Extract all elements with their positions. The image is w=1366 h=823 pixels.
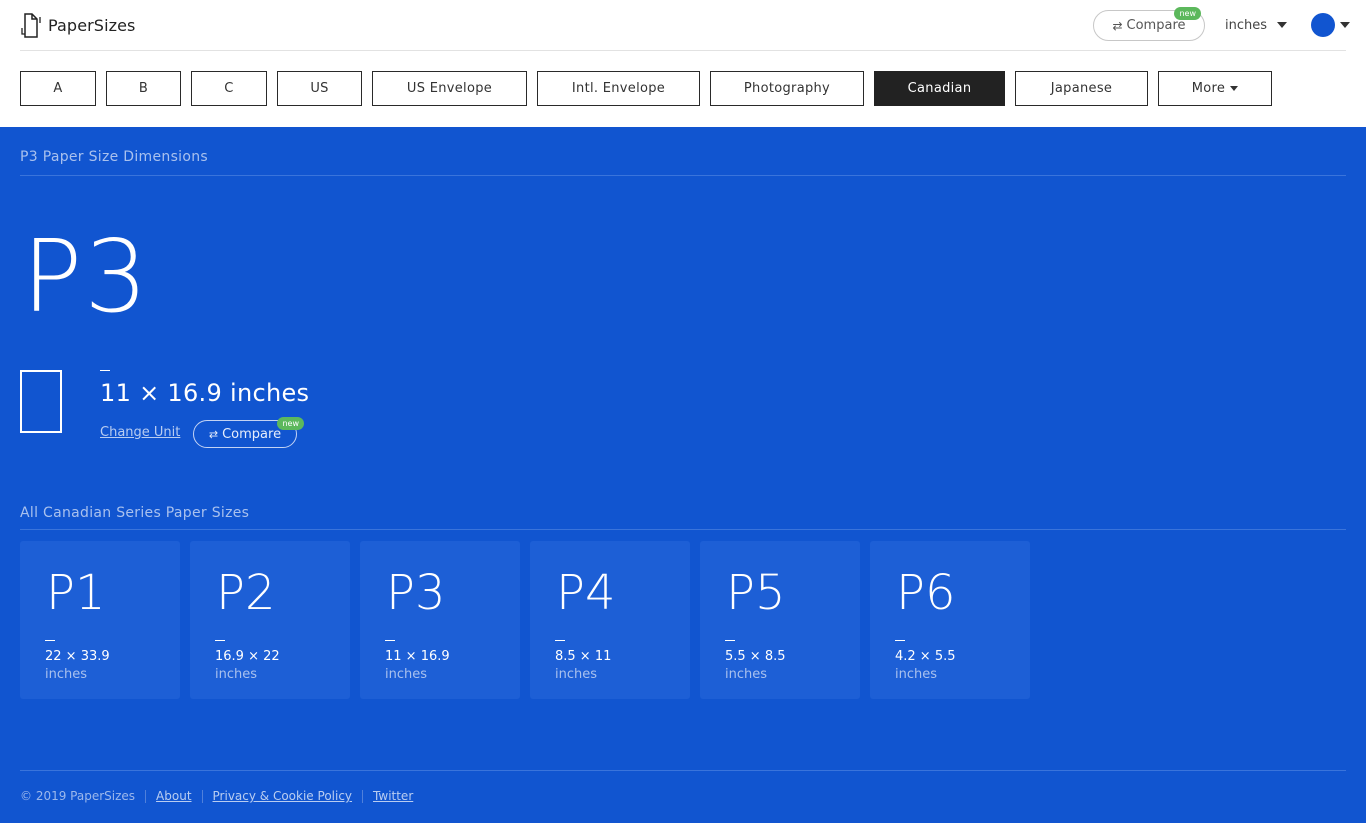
size-card-p2[interactable]: P2 16.9 × 22 inches [190,541,350,699]
compare-label: Compare [1126,18,1186,33]
tab-c[interactable]: C [191,71,267,106]
dash-divider [100,370,110,371]
section-divider [20,529,1346,530]
card-unit: inches [215,667,258,682]
footer-separator [362,789,364,803]
tab-us[interactable]: US [277,71,362,106]
card-unit: inches [385,667,428,682]
card-name: P4 [556,565,616,621]
copyright-text: © 2019 PaperSizes [20,789,136,803]
unit-dropdown[interactable]: inches [1225,14,1288,36]
change-unit-link[interactable]: Change Unit [100,425,180,440]
card-name: P6 [896,565,956,621]
tab-more-label: More [1191,81,1226,96]
card-unit: inches [45,667,88,682]
header-divider [20,50,1346,51]
dash-divider [725,640,735,641]
logo-text: PaperSizes [48,15,136,35]
top-bar: PaperSizes ⇄ Compare new inches A B C US… [0,0,1366,127]
footer-separator [201,789,203,803]
size-card-p4[interactable]: P4 8.5 × 11 inches [530,541,690,699]
footer-divider [20,770,1346,771]
tab-b[interactable]: B [106,71,181,106]
tab-us-envelope[interactable]: US Envelope [372,71,527,106]
swap-arrows-icon: ⇄ [208,427,219,441]
tab-canadian[interactable]: Canadian [874,71,1005,106]
theme-color-swatch [1311,13,1335,37]
card-dimensions: 8.5 × 11 [555,649,612,664]
caret-down-icon [1340,22,1350,28]
paper-shape-preview [20,370,62,433]
swap-arrows-icon: ⇄ [1112,18,1123,33]
footer-separator [145,789,147,803]
card-dimensions: 5.5 × 8.5 [725,649,786,664]
tab-intl-envelope[interactable]: Intl. Envelope [537,71,700,106]
theme-color-dropdown[interactable] [1311,13,1350,37]
dash-divider [45,640,55,641]
card-unit: inches [895,667,938,682]
card-name: P5 [726,565,786,621]
new-badge: new [1174,7,1201,20]
card-name: P3 [386,565,446,621]
tab-japanese[interactable]: Japanese [1015,71,1148,106]
page-title: P3 Paper Size Dimensions [20,149,208,165]
footer: © 2019 PaperSizes About Privacy & Cookie… [20,789,413,803]
caret-down-icon [1277,22,1288,28]
new-badge: new [277,417,304,430]
compare-label: Compare [222,426,282,442]
card-name: P2 [216,565,276,621]
header-compare-button[interactable]: ⇄ Compare new [1093,7,1205,41]
series-title: All Canadian Series Paper Sizes [20,505,250,521]
dash-divider [385,640,395,641]
unit-label: inches [1225,17,1268,33]
card-dimensions: 11 × 16.9 [385,649,450,664]
size-name-heading: P3 [22,218,150,335]
tab-more[interactable]: More [1158,71,1272,106]
card-dimensions: 16.9 × 22 [215,649,280,664]
tab-photography[interactable]: Photography [710,71,864,106]
paper-rotate-icon [21,13,41,38]
size-card-p6[interactable]: P6 4.2 × 5.5 inches [870,541,1030,699]
twitter-link[interactable]: Twitter [373,789,413,803]
caret-down-icon [1230,86,1239,91]
about-link[interactable]: About [156,789,191,803]
card-dimensions: 4.2 × 5.5 [895,649,956,664]
dash-divider [895,640,905,641]
section-divider [20,175,1346,176]
compare-button[interactable]: ⇄ Compare new [193,417,304,448]
size-dimensions: 11 × 16.9 inches [100,379,310,407]
dash-divider [215,640,225,641]
logo[interactable]: PaperSizes [20,10,136,40]
card-unit: inches [725,667,768,682]
privacy-link[interactable]: Privacy & Cookie Policy [213,789,353,803]
card-name: P1 [46,565,106,621]
size-card-p1[interactable]: P1 22 × 33.9 inches [20,541,180,699]
card-unit: inches [555,667,598,682]
size-card-p5[interactable]: P5 5.5 × 8.5 inches [700,541,860,699]
dash-divider [555,640,565,641]
card-dimensions: 22 × 33.9 [45,649,110,664]
size-card-p3[interactable]: P3 11 × 16.9 inches [360,541,520,699]
tab-a[interactable]: A [20,71,96,106]
